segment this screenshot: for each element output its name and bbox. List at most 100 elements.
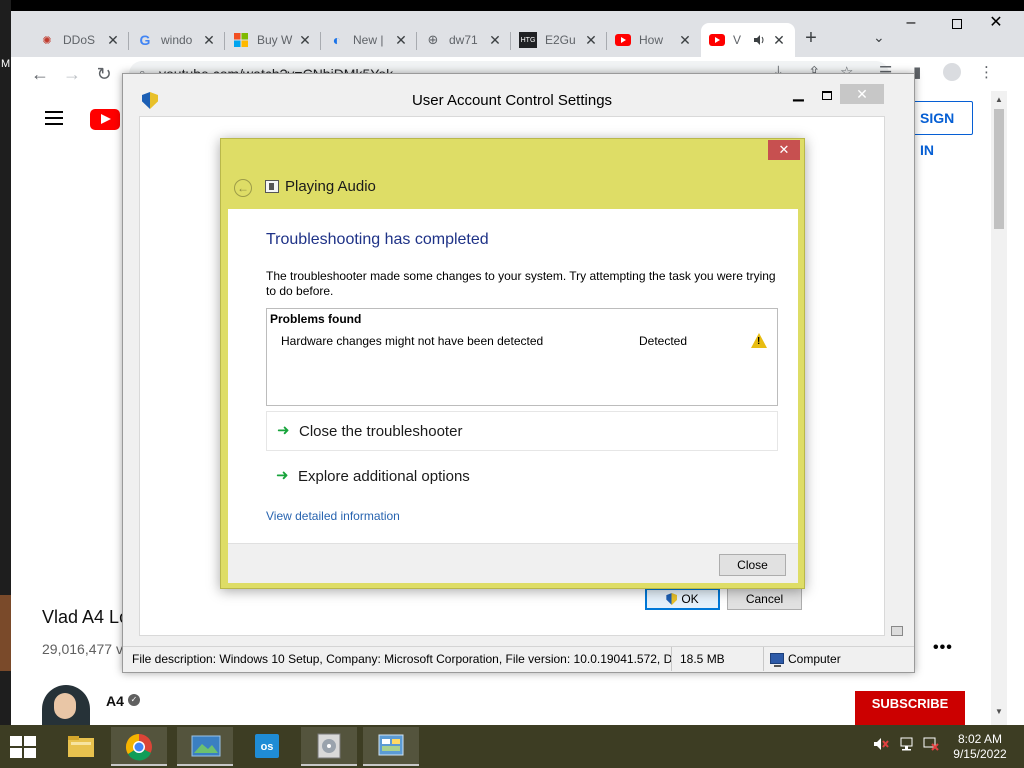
ok-button[interactable]: OK — [645, 588, 720, 610]
subscribe-button[interactable]: SUBSCRIBE — [855, 691, 965, 725]
scrollbar-thumb[interactable] — [994, 109, 1004, 229]
completion-heading: Troubleshooting has completed — [266, 231, 489, 248]
start-windows-icon[interactable] — [10, 736, 38, 758]
tab-google[interactable]: G windo ✕ — [129, 23, 225, 57]
computer-icon — [770, 653, 784, 667]
maximize-icon[interactable] — [822, 91, 832, 100]
desktop-left-strip: M — [0, 0, 11, 725]
green-arrow-icon: ➜ — [277, 422, 290, 439]
scroll-down-icon[interactable]: ▼ — [995, 707, 1003, 716]
tab-e2gu[interactable]: HTG E2Gu ✕ — [511, 23, 607, 57]
taskbar-chrome[interactable] — [111, 727, 167, 766]
problems-header: Problems found — [270, 312, 362, 326]
close-button[interactable]: Close — [719, 554, 786, 576]
taskbar: os 8:02 AM 9/15/2022 — [0, 725, 1024, 768]
profile-avatar-icon[interactable] — [943, 63, 961, 85]
back-arrow-icon[interactable]: ← — [234, 179, 252, 197]
tab-label: How — [639, 33, 664, 47]
channel-avatar[interactable] — [42, 685, 90, 725]
view-details-link[interactable]: View detailed information — [266, 509, 400, 523]
uac-window-title: User Account Control Settings — [411, 92, 613, 109]
minimize-icon[interactable]: ▁ — [793, 86, 805, 100]
htg-favicon-icon: HTG — [519, 32, 537, 48]
reload-icon[interactable]: ↻ — [91, 61, 117, 87]
verified-check-icon: ✓ — [128, 694, 140, 706]
close-icon[interactable]: ✕ — [768, 140, 800, 160]
tab-microsoft[interactable]: Buy W ✕ — [225, 23, 321, 57]
ddos-favicon-icon: ✺ — [42, 34, 52, 47]
close-tab-icon[interactable]: ✕ — [297, 32, 313, 49]
page-scrollbar[interactable]: ▲ ▼ — [991, 91, 1007, 725]
minimize-icon[interactable]: – — [888, 11, 934, 39]
troubleshooter-footer: Close — [228, 543, 798, 583]
close-tab-icon[interactable]: ✕ — [393, 32, 409, 49]
close-tab-icon[interactable]: ✕ — [105, 32, 121, 49]
globe-favicon-icon: ⊕ — [427, 32, 439, 47]
tab-how[interactable]: How ✕ — [607, 23, 701, 57]
resize-grip-icon[interactable] — [891, 626, 903, 636]
tab-dw71[interactable]: ⊕ dw71 ✕ — [417, 23, 511, 57]
youtube-favicon-icon — [615, 32, 631, 48]
ok-label: OK — [681, 592, 699, 606]
cancel-button[interactable]: Cancel — [727, 588, 802, 610]
problem-name: Hardware changes might not have been det… — [281, 334, 544, 348]
forward-arrow-icon[interactable]: → — [59, 61, 85, 87]
menu-kebab-icon[interactable]: ⋮ — [979, 63, 994, 81]
status-description: File description: Windows 10 Setup, Comp… — [132, 652, 678, 666]
network-icon[interactable] — [899, 737, 915, 754]
setup-disc-icon — [315, 733, 343, 759]
system-clock[interactable]: 8:02 AM 9/15/2022 — [944, 732, 1016, 762]
scroll-up-icon[interactable]: ▲ — [995, 95, 1003, 104]
youtube-logo-icon[interactable] — [90, 109, 120, 130]
tab-new[interactable]: ◐ New | ✕ — [321, 23, 417, 57]
more-actions-icon[interactable]: ••• — [933, 639, 953, 657]
troubleshooter-body: Troubleshooting has completed The troubl… — [228, 209, 798, 543]
taskbar-control-panel[interactable] — [363, 727, 419, 766]
photo-viewer-icon — [191, 733, 221, 759]
back-arrow-icon[interactable]: ← — [27, 61, 53, 87]
speaker-icon — [265, 180, 279, 193]
close-tab-icon[interactable]: ✕ — [583, 32, 599, 49]
video-title: Vlad A4 Lo — [42, 607, 130, 627]
taskbar-file-explorer[interactable] — [53, 727, 109, 766]
tab-label: Buy W — [257, 33, 293, 47]
tab-label: windo — [161, 33, 193, 47]
close-tab-icon[interactable]: ✕ — [677, 32, 693, 49]
folder-icon — [67, 733, 95, 759]
close-tab-icon[interactable]: ✕ — [201, 32, 217, 49]
taskbar-outlook[interactable]: os — [239, 727, 295, 766]
view-count: 29,016,477 v — [42, 641, 123, 657]
volume-muted-icon[interactable] — [873, 737, 889, 754]
uac-title-bar[interactable]: User Account Control Settings ▁ ✕ — [123, 74, 914, 114]
explore-options-option[interactable]: ➜ Explore additional options — [266, 457, 778, 497]
microsoft-favicon-icon — [233, 32, 249, 48]
troubleshooter-window: ✕ ← Playing Audio Troubleshooting has co… — [220, 138, 805, 589]
desktop-thumbnail — [0, 595, 11, 671]
tab-ddos[interactable]: ✺ DDoS ✕ — [31, 23, 129, 57]
edge-favicon-icon: ◐ — [332, 32, 342, 48]
hamburger-menu-icon[interactable] — [45, 111, 63, 125]
tab-search-icon[interactable]: ⌄ — [873, 29, 885, 46]
warning-icon — [751, 333, 767, 348]
google-favicon-icon: G — [139, 32, 151, 48]
channel-name[interactable]: A4 — [106, 693, 124, 709]
close-troubleshooter-option[interactable]: ➜ Close the troubleshooter — [266, 411, 778, 451]
tab-label: DDoS — [63, 33, 96, 47]
completion-description: The troubleshooter made some changes to … — [266, 269, 776, 298]
close-tab-icon[interactable]: ✕ — [771, 32, 787, 49]
tab-label: E2Gu — [545, 33, 576, 47]
close-icon[interactable]: ✕ — [840, 84, 884, 104]
new-tab-button[interactable]: + — [797, 25, 825, 53]
close-window-icon[interactable]: ✕ — [973, 11, 1019, 39]
close-tab-icon[interactable]: ✕ — [487, 32, 503, 49]
problems-list: Problems found Hardware changes might no… — [266, 308, 778, 406]
taskbar-photos[interactable] — [177, 727, 233, 766]
chrome-icon — [125, 733, 153, 761]
tab-active-video[interactable]: V ✕ — [701, 23, 795, 57]
status-size: 18.5 MB — [671, 647, 763, 671]
taskbar-setup[interactable] — [301, 727, 357, 766]
speaker-icon[interactable] — [751, 32, 767, 48]
svg-text:os: os — [261, 741, 274, 753]
action-center-alert-icon[interactable] — [923, 737, 939, 754]
status-bar: File description: Windows 10 Setup, Comp… — [123, 646, 914, 672]
